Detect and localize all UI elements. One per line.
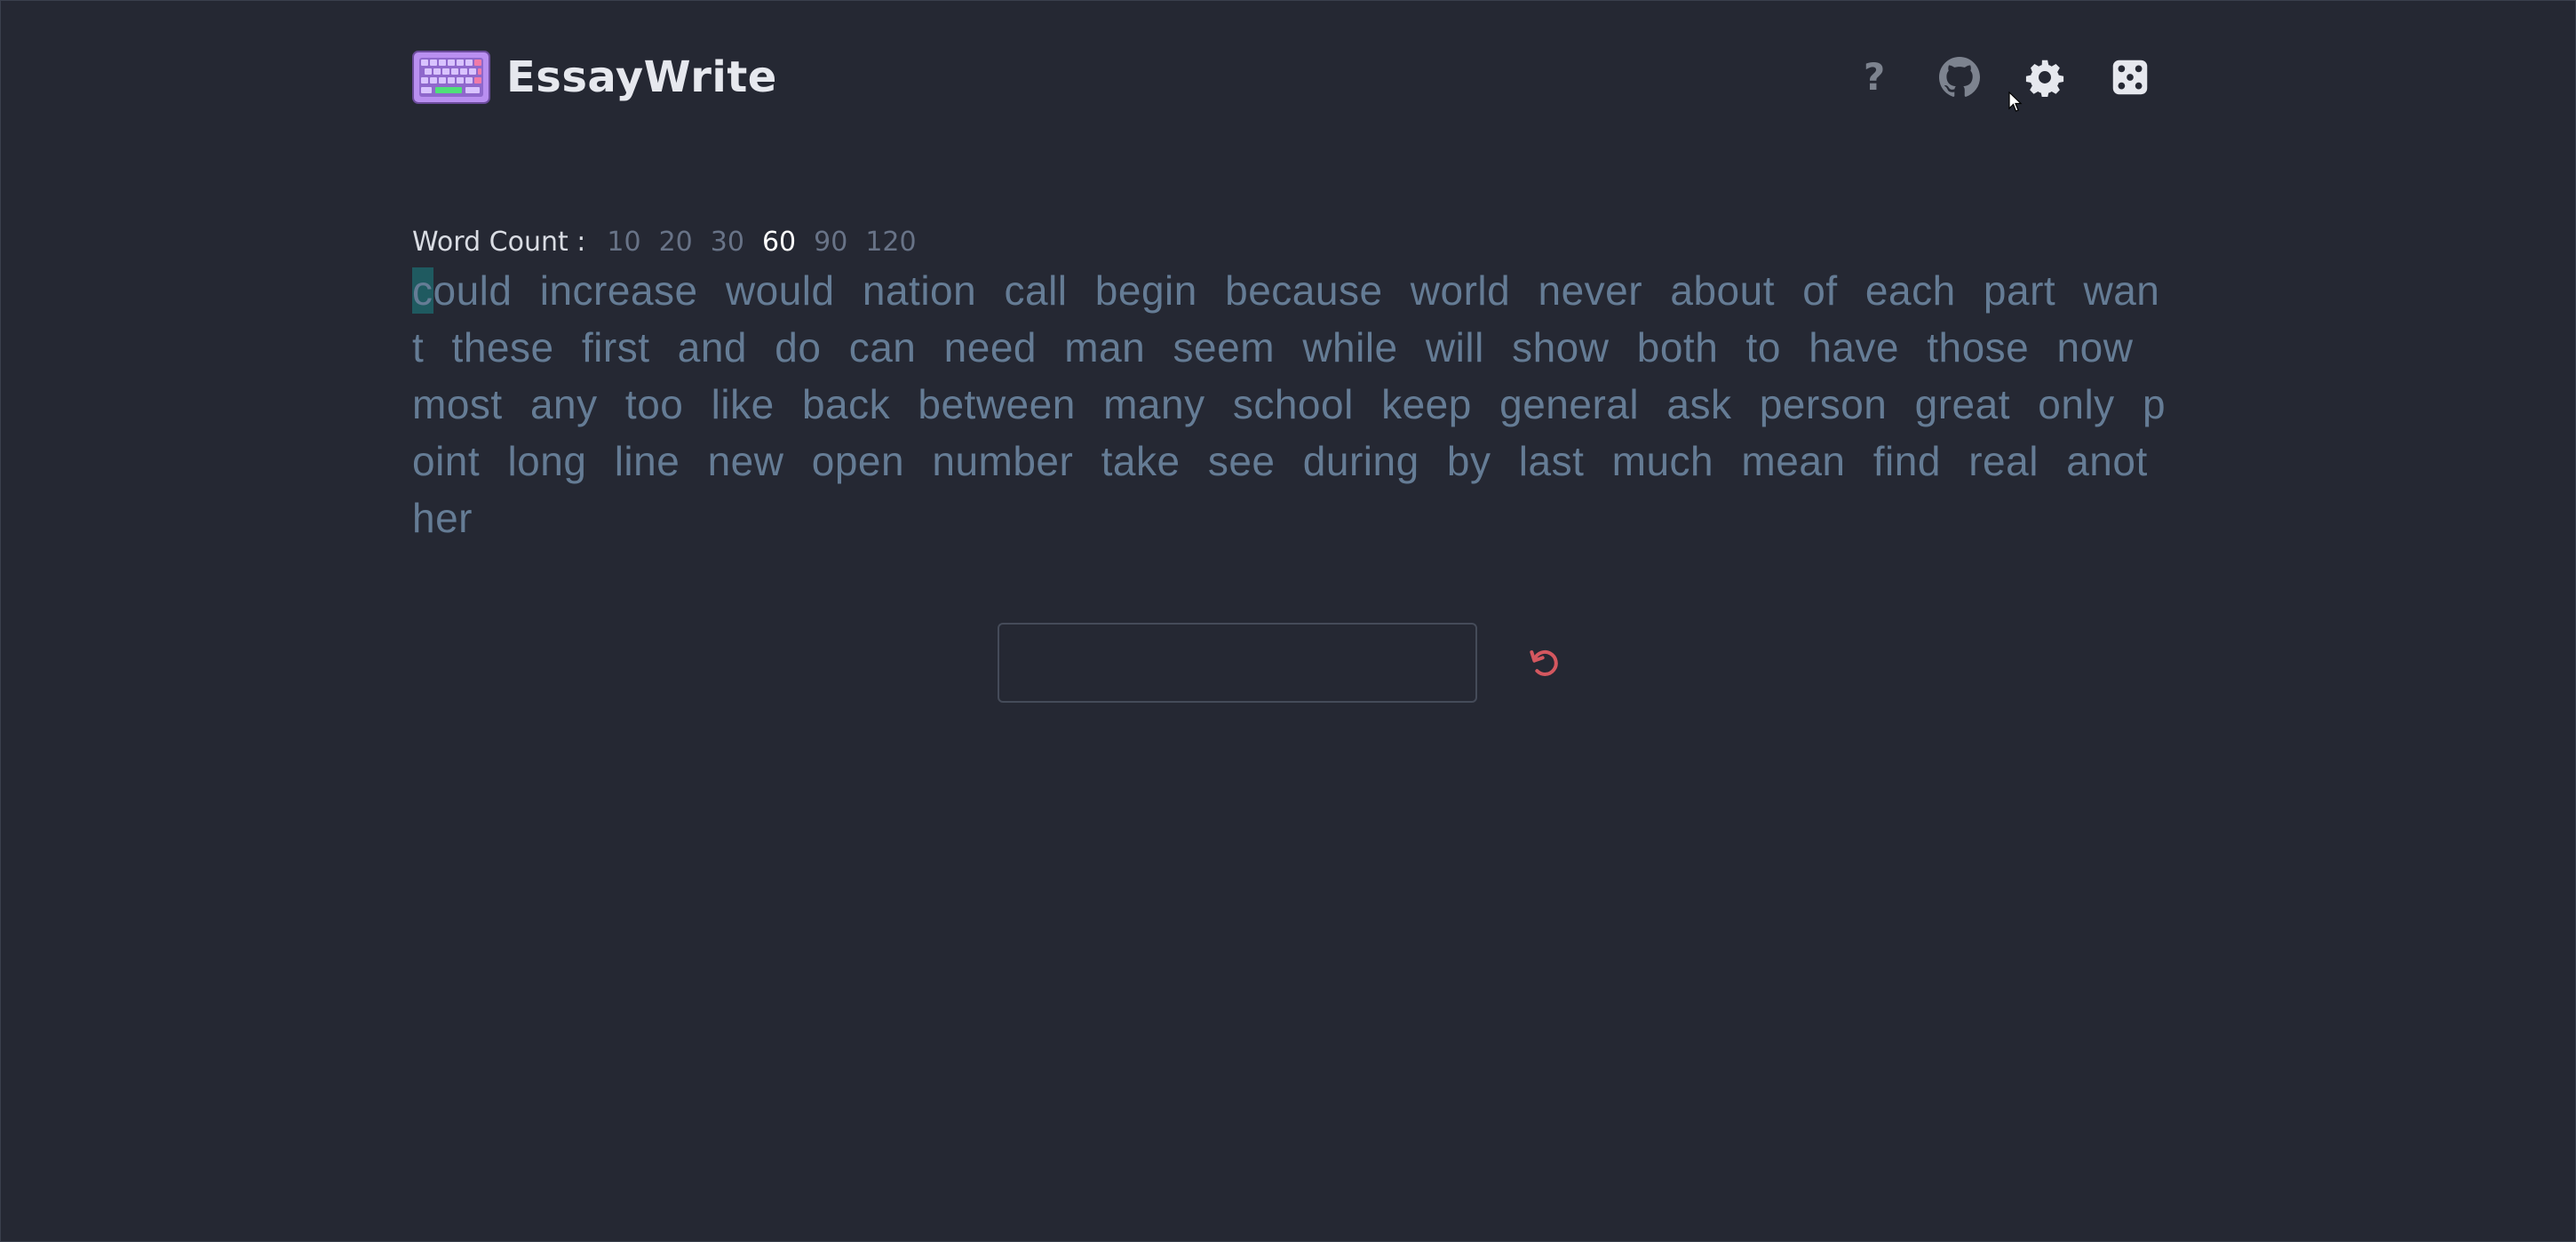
header: EssayWrite ? [412, 45, 2155, 107]
typing-input[interactable] [998, 623, 1477, 703]
restart-icon [1530, 649, 1558, 676]
word-count-option-10[interactable]: 10 [607, 227, 640, 258]
word-count-option-20[interactable]: 20 [659, 227, 693, 258]
pending-text: ould increase would nation call begin be… [412, 267, 2167, 541]
nav-icons: ? [1814, 52, 2155, 102]
gear-icon [2025, 60, 2064, 97]
word-count-selector: Word Count : 10 20 30 60 90 120 [412, 227, 934, 258]
input-row [998, 623, 1566, 703]
settings-button[interactable] [2020, 52, 2070, 102]
typing-caret: c [412, 267, 433, 314]
typing-text: could increase would nation call begin b… [412, 262, 2167, 546]
app-name: EssayWrite [506, 52, 777, 102]
dice-icon [2112, 60, 2148, 95]
word-count-option-120[interactable]: 120 [865, 227, 916, 258]
github-link[interactable] [1935, 52, 1984, 102]
brand[interactable]: EssayWrite [412, 51, 777, 104]
app-window: EssayWrite ? Word Count: 10 20 30 60 90… [0, 0, 2576, 1242]
word-count-option-90[interactable]: 90 [814, 227, 847, 258]
random-button[interactable] [2105, 52, 2155, 102]
help-button[interactable]: ? [1849, 52, 1899, 102]
restart-button[interactable] [1523, 641, 1566, 684]
mouse-cursor-icon [2008, 92, 2023, 112]
keyboard-logo-icon [412, 51, 490, 104]
github-icon [1939, 57, 1980, 97]
word-count-label: Word Count : [412, 227, 586, 258]
help-icon: ? [1863, 55, 1886, 99]
word-count-option-30[interactable]: 30 [711, 227, 744, 258]
word-count-option-60[interactable]: 60 [762, 227, 796, 258]
